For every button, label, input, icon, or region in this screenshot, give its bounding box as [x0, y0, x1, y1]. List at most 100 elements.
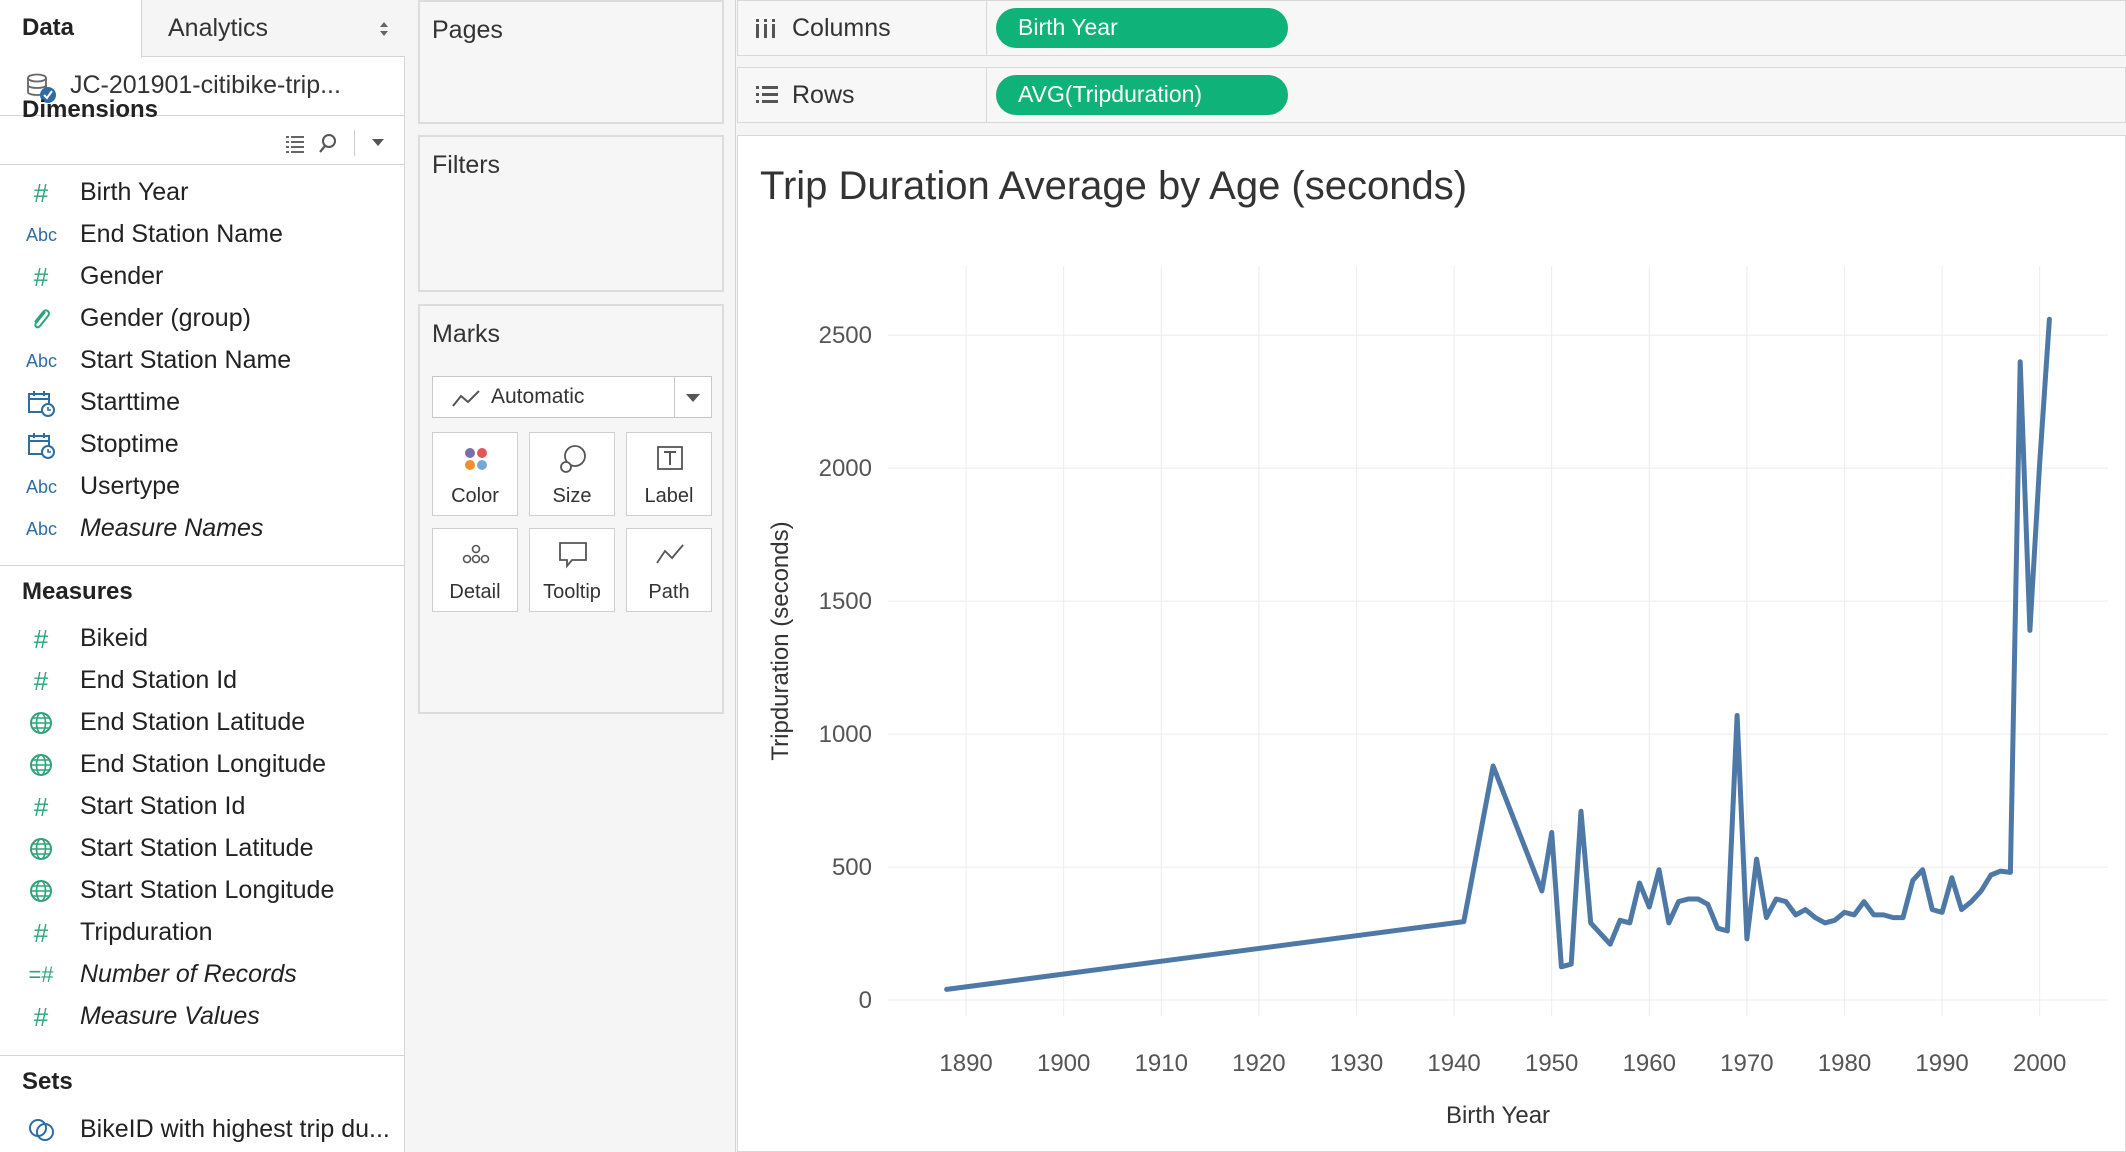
- measures-heading: Measures: [22, 578, 133, 605]
- field-item[interactable]: Start Station Longitude: [0, 870, 405, 910]
- divider: [674, 377, 675, 417]
- field-item[interactable]: Abc Measure Names: [0, 508, 405, 548]
- tab-analytics[interactable]: Analytics: [143, 0, 405, 57]
- y-axis-title: Tripduration (seconds): [767, 521, 794, 760]
- path-icon: [656, 544, 684, 564]
- field-label: End Station Latitude: [80, 708, 306, 736]
- x-tick-label: 1920: [1232, 1050, 1285, 1077]
- field-label: Measure Names: [80, 514, 264, 542]
- abc-icon: Abc: [26, 519, 58, 539]
- x-tick-label: 1960: [1623, 1050, 1676, 1077]
- set-item[interactable]: BikeID with highest trip du...: [0, 1109, 405, 1149]
- mark-type-dropdown[interactable]: Automatic: [432, 376, 712, 418]
- tab-data[interactable]: Data: [0, 0, 142, 58]
- globe-icon: [30, 712, 52, 734]
- field-label: End Station Name: [80, 220, 283, 248]
- field-item[interactable]: Abc End Station Name: [0, 214, 405, 254]
- field-label: Gender: [80, 262, 164, 290]
- field-label: End Station Id: [80, 666, 238, 694]
- field-item[interactable]: End Station Longitude: [0, 744, 405, 784]
- y-tick-label: 1000: [819, 721, 872, 748]
- y-tick-label: 2500: [819, 322, 872, 349]
- label-label: Label: [644, 485, 694, 507]
- y-tick-label: 500: [832, 854, 872, 881]
- dimensions-menu-icon[interactable]: [372, 139, 384, 146]
- field-item[interactable]: Starttime: [0, 382, 405, 422]
- field-label: Measure Values: [80, 1002, 260, 1030]
- field-item[interactable]: Stoptime: [0, 424, 405, 464]
- field-label: Gender (group): [80, 304, 251, 332]
- field-item[interactable]: # Bikeid: [0, 618, 405, 658]
- size-icon: [560, 445, 586, 473]
- birth-year-pill[interactable]: Birth Year: [996, 8, 1288, 48]
- calendar-time-icon: [28, 391, 55, 417]
- field-item[interactable]: # Measure Values: [0, 996, 405, 1036]
- columns-shelf[interactable]: Columns Birth Year: [737, 0, 2126, 56]
- marks-card: Marks Automatic Color Size Label Detail …: [418, 304, 724, 714]
- field-label: Birth Year: [80, 178, 189, 206]
- detail-button[interactable]: Detail: [432, 528, 518, 612]
- search-icon[interactable]: [319, 134, 336, 153]
- rows-shelf-label: Rows: [738, 68, 987, 122]
- field-item[interactable]: # Birth Year: [0, 172, 405, 212]
- text-label-icon: [657, 446, 683, 470]
- avg-tripduration-pill[interactable]: AVG(Tripduration): [996, 75, 1288, 115]
- tooltip-button[interactable]: Tooltip: [529, 528, 615, 612]
- divider: [0, 565, 405, 566]
- tooltip-icon: [559, 542, 587, 569]
- list-view-icon[interactable]: [286, 136, 304, 153]
- columns-label: Columns: [792, 14, 891, 42]
- field-item[interactable]: # Start Station Id: [0, 786, 405, 826]
- rows-label: Rows: [792, 81, 855, 109]
- filters-title: Filters: [432, 151, 501, 179]
- updown-arrows-icon: [380, 22, 388, 36]
- detail-icon: [462, 544, 490, 564]
- size-button[interactable]: Size: [529, 432, 615, 516]
- dimensions-heading: Dimensions: [22, 96, 159, 123]
- path-label: Path: [648, 581, 690, 603]
- color-button[interactable]: Color: [432, 432, 518, 516]
- globe-icon: [30, 838, 52, 860]
- sets-heading: Sets: [22, 1068, 73, 1095]
- field-item[interactable]: Gender (group): [0, 298, 405, 338]
- calendar-time-icon: [28, 433, 55, 459]
- field-label: Starttime: [80, 388, 181, 416]
- field-item[interactable]: Start Station Latitude: [0, 828, 405, 868]
- field-item[interactable]: # Tripduration: [0, 912, 405, 952]
- field-label: End Station Longitude: [80, 750, 327, 778]
- field-label: Start Station Name: [80, 346, 292, 374]
- detail-label: Detail: [449, 581, 501, 603]
- x-tick-label: 1970: [1720, 1050, 1773, 1077]
- abc-icon: Abc: [26, 477, 58, 497]
- data-pane: Data Analytics JC-201901-citibike-trip..…: [0, 0, 405, 1152]
- filters-card[interactable]: Filters: [418, 135, 724, 292]
- rows-shelf[interactable]: Rows AVG(Tripduration): [737, 67, 2126, 123]
- field-item[interactable]: Abc Usertype: [0, 466, 405, 506]
- path-button[interactable]: Path: [626, 528, 712, 612]
- size-label: Size: [552, 485, 592, 507]
- calc-number-icon: =#: [28, 962, 54, 987]
- number-icon: #: [33, 918, 49, 948]
- pane-tabs: Data Analytics: [0, 0, 405, 58]
- mark-type-label: Automatic: [491, 385, 585, 408]
- pages-card[interactable]: Pages: [418, 0, 724, 124]
- field-label: Start Station Latitude: [80, 834, 314, 862]
- paperclip-icon: [34, 309, 50, 329]
- field-label: Start Station Longitude: [80, 876, 335, 904]
- field-item[interactable]: # Gender: [0, 256, 405, 296]
- field-item[interactable]: Abc Start Station Name: [0, 340, 405, 380]
- divider: [0, 164, 405, 165]
- field-item[interactable]: End Station Latitude: [0, 702, 405, 742]
- label-button[interactable]: Label: [626, 432, 712, 516]
- set-icon: [29, 1119, 54, 1141]
- x-tick-label: 1900: [1037, 1050, 1090, 1077]
- number-icon: #: [33, 666, 49, 696]
- line-mark-icon: [452, 390, 480, 407]
- chevron-down-icon: [686, 394, 700, 402]
- field-item[interactable]: # End Station Id: [0, 660, 405, 700]
- line-chart: 1890 1900 1910 1920 1930 1940 1950 1960 1970 1980…: [767, 266, 2108, 1129]
- number-icon: #: [33, 262, 49, 292]
- field-item[interactable]: =# Number of Records: [0, 954, 405, 994]
- columns-icon: [756, 19, 775, 38]
- dimension-tools: [286, 130, 384, 156]
